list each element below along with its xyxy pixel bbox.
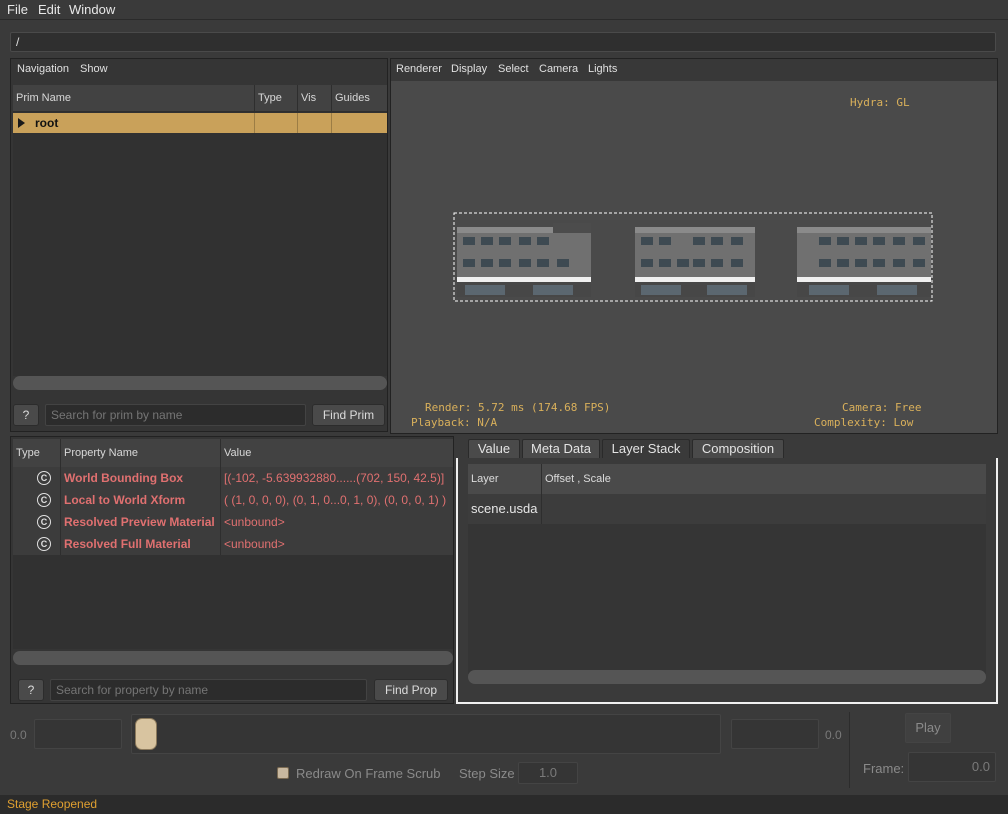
property-name: Local to World Xform	[61, 489, 221, 511]
computed-property-icon: C	[37, 515, 51, 529]
menu-display[interactable]: Display	[451, 63, 487, 75]
start-frame-field[interactable]	[34, 719, 122, 749]
prim-tree[interactable]	[13, 112, 387, 376]
building-middle	[635, 227, 755, 297]
building-right	[797, 227, 931, 297]
property-scrollbar[interactable]	[13, 651, 453, 665]
property-value: <unbound>	[224, 537, 285, 551]
frame-field[interactable]: 0.0	[908, 752, 996, 782]
menu-navigation[interactable]: Navigation	[17, 63, 69, 75]
column-prim-name[interactable]: Prim Name	[13, 85, 255, 112]
find-prim-button[interactable]: Find Prim	[312, 404, 385, 426]
tab-composition[interactable]: Composition	[692, 439, 784, 459]
status-bar: Stage Reopened	[0, 795, 1008, 814]
property-value: [(-102, -5.639932880......(702, 150, 42.…	[224, 471, 445, 485]
property-row[interactable]: C Resolved Preview Material <unbound>	[13, 511, 453, 533]
building-left	[457, 223, 591, 297]
tab-layer-stack[interactable]: Layer Stack	[602, 439, 690, 459]
scene-render	[453, 212, 933, 302]
prim-tree-header: Prim Name Type Vis Guides	[13, 85, 387, 112]
end-frame-field[interactable]	[731, 719, 819, 749]
find-prop-button[interactable]: Find Prop	[374, 679, 448, 701]
column-vis[interactable]: Vis	[298, 85, 332, 112]
computed-property-icon: C	[37, 493, 51, 507]
property-row[interactable]: C World Bounding Box [(-102, -5.63993288…	[13, 467, 453, 489]
property-name: Resolved Preview Material	[61, 511, 221, 533]
prim-tree-scrollbar[interactable]	[13, 376, 387, 390]
property-value: <unbound>	[224, 515, 285, 529]
property-help-button[interactable]: ?	[18, 679, 44, 701]
prim-search-input[interactable]	[45, 404, 306, 426]
timeline-divider	[849, 712, 850, 788]
tab-value[interactable]: Value	[468, 439, 520, 459]
prim-row-root[interactable]: root	[13, 113, 387, 133]
property-value: ( (1, 0, 0, 0), (0, 1, 0...0, 1, 0), (0,…	[224, 493, 447, 507]
menu-file[interactable]: File	[7, 2, 28, 17]
menu-lights[interactable]: Lights	[588, 63, 617, 75]
column-offset-scale[interactable]: Offset , Scale	[542, 464, 986, 494]
menu-select[interactable]: Select	[498, 63, 529, 75]
column-value[interactable]: Value	[221, 439, 453, 467]
hud-render: Render: 5.72 ms (174.68 FPS)	[425, 401, 611, 414]
prim-help-button[interactable]: ?	[13, 404, 39, 426]
menu-show[interactable]: Show	[80, 63, 108, 75]
layer-stack-content: Layer Offset , Scale scene.usda	[456, 458, 998, 704]
column-guides[interactable]: Guides	[332, 85, 387, 112]
inspector-tabs-panel: Value Meta Data Layer Stack Composition …	[456, 436, 998, 704]
column-property-name[interactable]: Property Name	[61, 439, 221, 467]
step-size-field[interactable]: 1.0	[518, 762, 578, 784]
menu-edit[interactable]: Edit	[38, 2, 60, 17]
menu-window[interactable]: Window	[69, 2, 115, 17]
computed-property-icon: C	[37, 537, 51, 551]
computed-property-icon: C	[37, 471, 51, 485]
layer-table-header: Layer Offset , Scale	[468, 464, 986, 494]
property-panel: Type Property Name Value C World Boundin…	[10, 436, 454, 704]
layer-row[interactable]: scene.usda	[468, 494, 986, 524]
hud-playback: Playback: N/A	[411, 416, 498, 429]
expand-arrow-icon[interactable]	[18, 118, 25, 128]
timeline-bar: 0.0 0.0 Play Redraw On Frame Scrub Step …	[0, 706, 1008, 792]
viewport-panel[interactable]: Renderer Display Select Camera Lights Hy…	[390, 58, 998, 434]
menu-renderer[interactable]: Renderer	[396, 63, 442, 75]
status-message: Stage Reopened	[7, 797, 98, 811]
prim-browser-panel: Navigation Show Prim Name Type Vis Guide…	[10, 58, 388, 432]
hud-complexity: Complexity: Low	[814, 416, 914, 429]
end-frame-label: 0.0	[825, 728, 842, 742]
play-button[interactable]: Play	[905, 713, 951, 743]
frame-slider-handle[interactable]	[135, 718, 157, 750]
prim-name-root: root	[35, 116, 59, 130]
menu-camera[interactable]: Camera	[539, 63, 578, 75]
layer-table-scrollbar[interactable]	[468, 670, 986, 684]
property-list-empty	[13, 555, 453, 649]
frame-slider-track[interactable]	[131, 714, 721, 754]
redraw-label: Redraw On Frame Scrub	[296, 766, 441, 781]
column-layer[interactable]: Layer	[468, 464, 542, 494]
column-type[interactable]: Type	[255, 85, 298, 112]
hud-camera: Camera: Free	[842, 401, 922, 414]
tab-meta-data[interactable]: Meta Data	[522, 439, 600, 459]
property-search-input[interactable]	[50, 679, 367, 701]
property-row[interactable]: C Local to World Xform ( (1, 0, 0, 0), (…	[13, 489, 453, 511]
property-header: Type Property Name Value	[13, 439, 453, 467]
frame-label: Frame:	[863, 761, 905, 776]
start-frame-label: 0.0	[10, 728, 27, 742]
path-field[interactable]: /	[10, 32, 996, 52]
viewport-menu: Renderer Display Select Camera Lights	[391, 59, 997, 81]
column-prop-type[interactable]: Type	[13, 439, 61, 467]
property-name: Resolved Full Material	[61, 533, 221, 555]
step-size-label: Step Size	[459, 766, 515, 781]
layer-name: scene.usda	[468, 494, 542, 524]
property-name: World Bounding Box	[61, 467, 221, 489]
property-row[interactable]: C Resolved Full Material <unbound>	[13, 533, 453, 555]
layer-table: Layer Offset , Scale scene.usda	[468, 464, 986, 684]
redraw-checkbox[interactable]	[277, 767, 289, 779]
menu-bar: File Edit Window	[0, 0, 1008, 20]
hud-hydra: Hydra: GL	[850, 96, 910, 109]
layer-offset	[542, 494, 986, 524]
